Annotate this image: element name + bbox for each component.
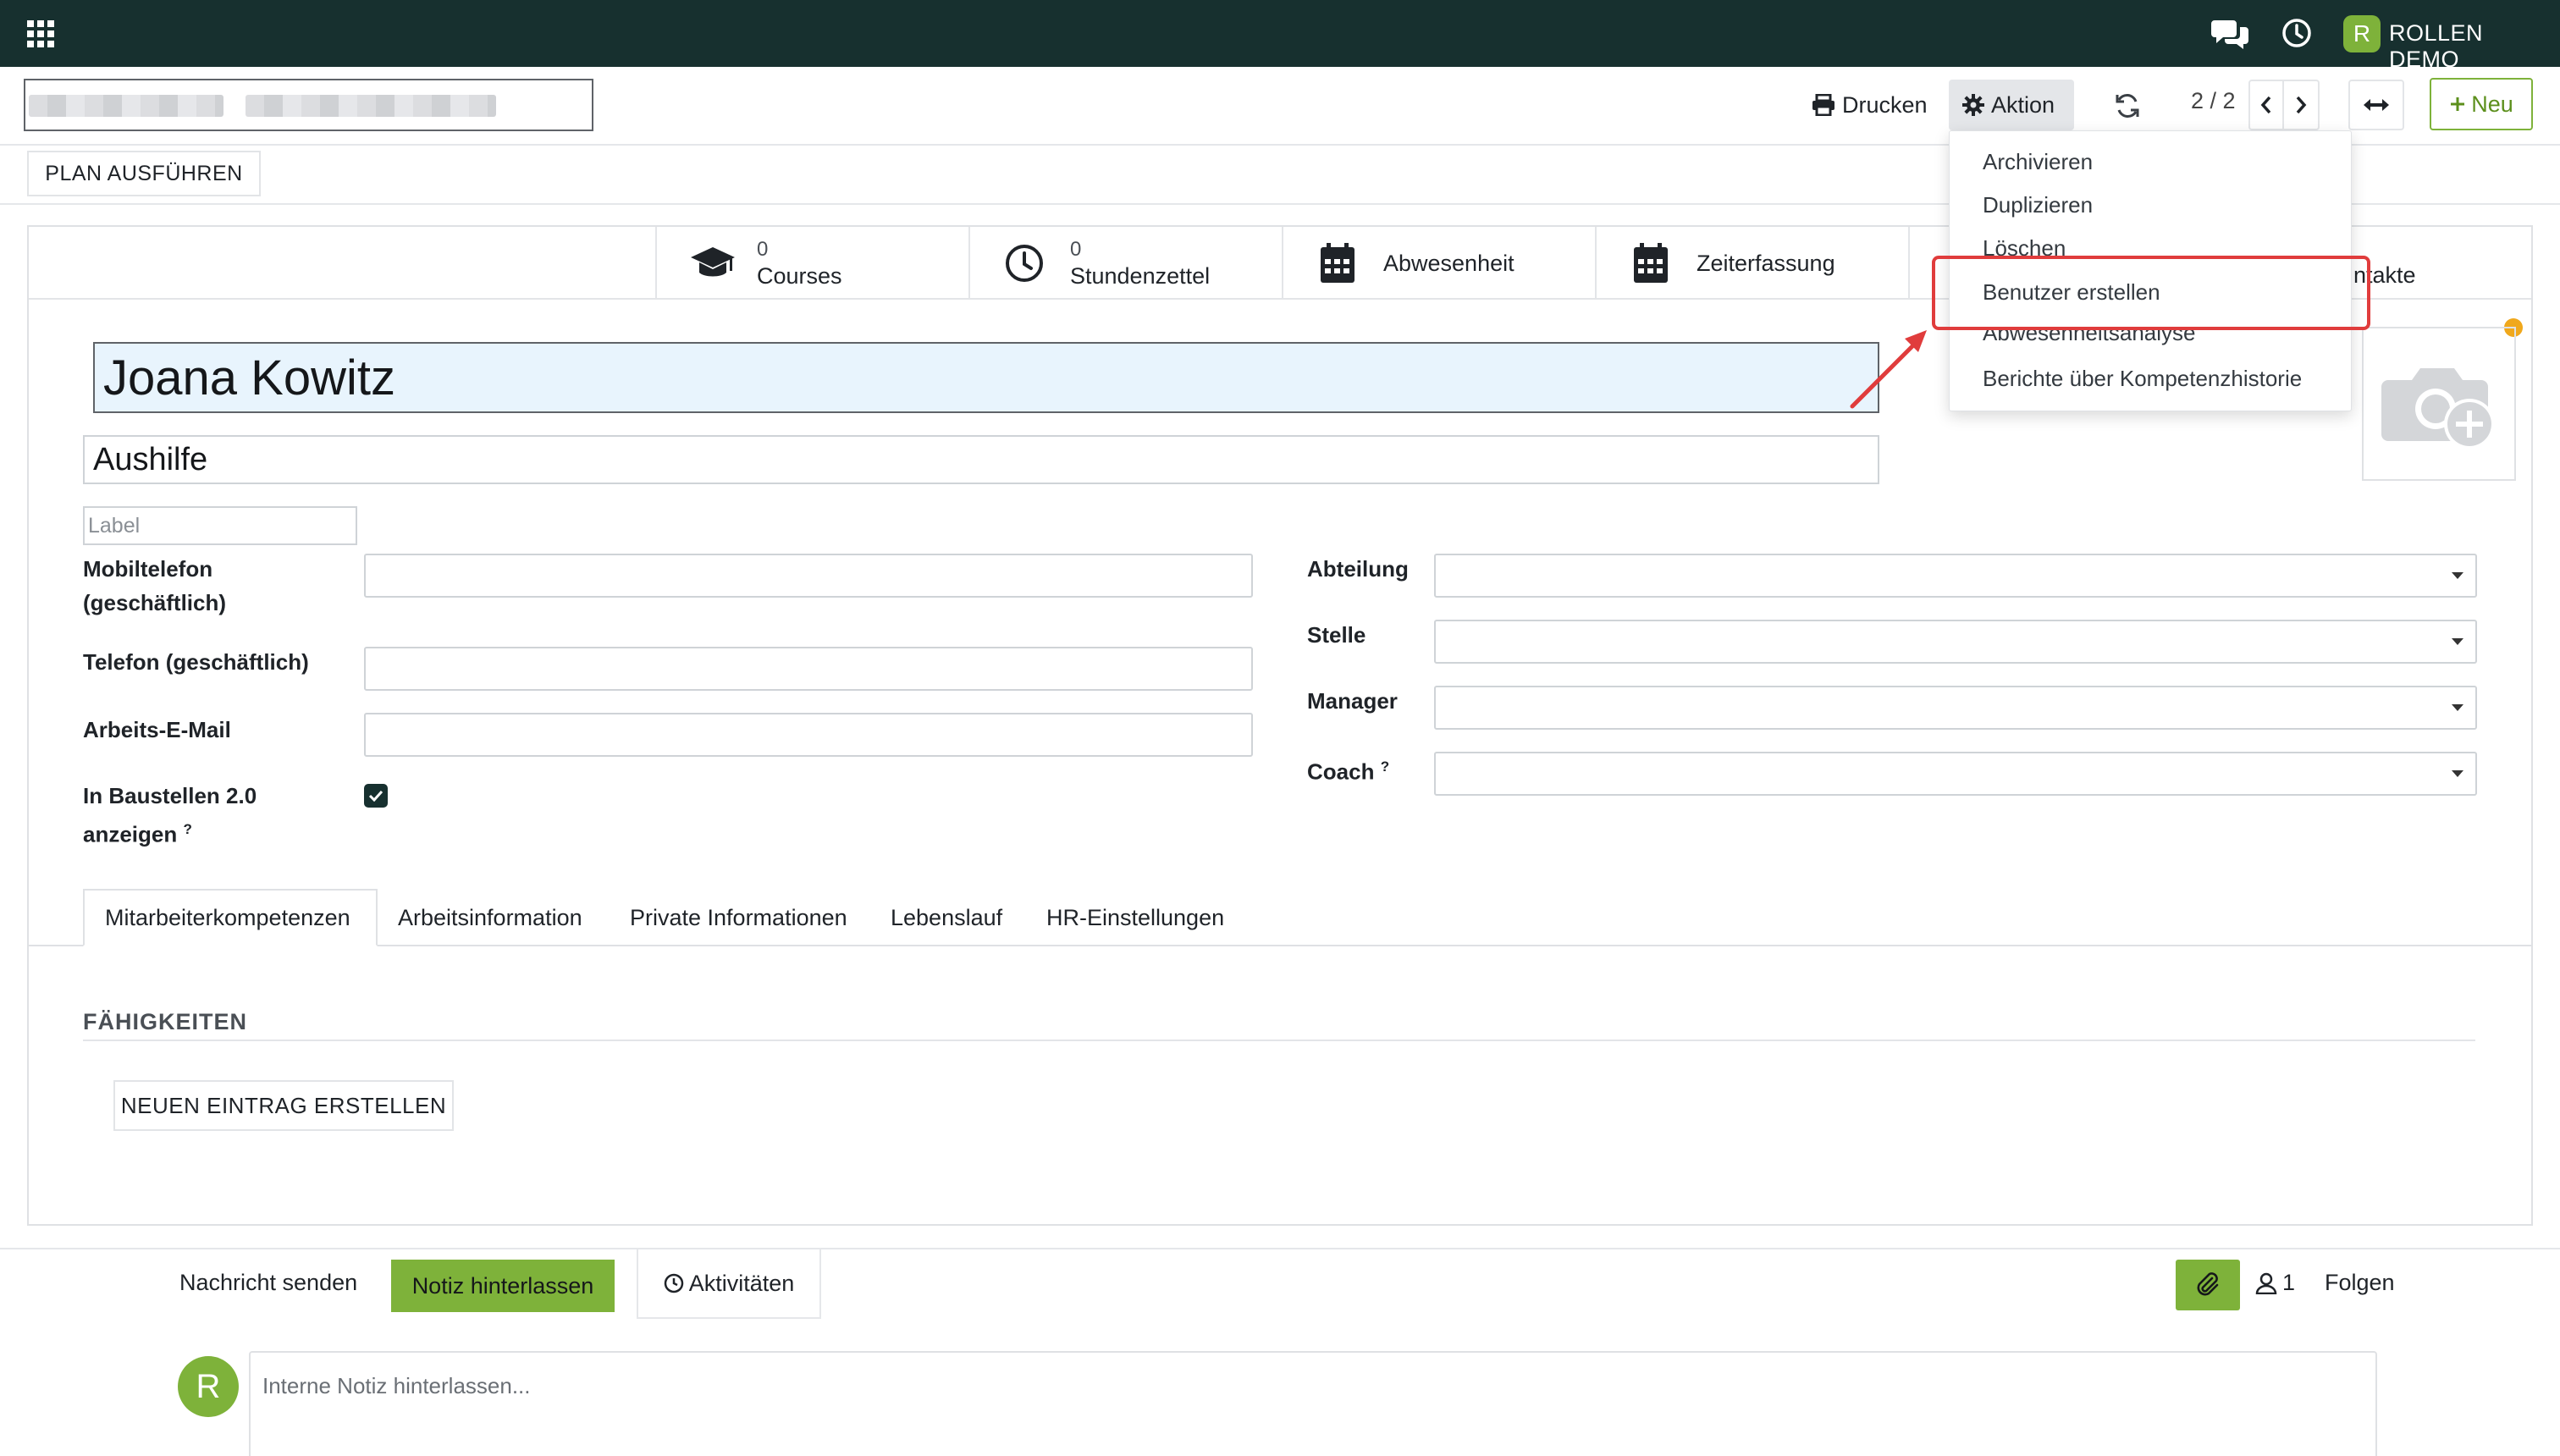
- annotation-highlight-box: [1932, 256, 2370, 330]
- tab-private-information[interactable]: Private Informationen: [630, 889, 847, 946]
- show-in-sites-checkbox[interactable]: [364, 784, 388, 808]
- followers-button[interactable]: 1: [2255, 1270, 2295, 1296]
- action-label: Aktion: [1991, 91, 2055, 118]
- follow-button[interactable]: Folgen: [2325, 1270, 2395, 1296]
- clock-icon: [1006, 245, 1043, 282]
- new-record-button[interactable]: Neu: [2430, 78, 2533, 130]
- graduation-cap-icon: [691, 247, 735, 277]
- expand-button[interactable]: [2348, 80, 2404, 130]
- pager-next-button[interactable]: [2284, 80, 2320, 130]
- help-icon: ?: [183, 821, 192, 837]
- new-entry-button[interactable]: NEUEN EINTRAG ERSTELLEN: [113, 1080, 454, 1131]
- checkmark-icon: [368, 790, 383, 802]
- top-navbar: [0, 0, 2560, 67]
- job-title-input[interactable]: Aushilfe: [83, 435, 1879, 484]
- mobile-phone-label: Mobiltelefon (geschäftlich): [83, 556, 227, 615]
- department-label: Abteilung: [1307, 556, 1409, 582]
- chat-icon[interactable]: [2211, 17, 2250, 51]
- calendar-icon: [1321, 243, 1354, 283]
- annotation-arrow-icon: [1850, 330, 1927, 409]
- caret-down-icon: [2452, 572, 2463, 579]
- chatter-divider: [0, 1248, 2560, 1249]
- plan-execute-button[interactable]: PLAN AUSFÜHREN: [27, 151, 261, 196]
- job-position-label: Stelle: [1307, 622, 1366, 648]
- followers-count: 1: [2282, 1270, 2296, 1295]
- work-email-input[interactable]: [364, 713, 1253, 757]
- work-phone-label: Telefon (geschäftlich): [83, 649, 309, 675]
- coach-select[interactable]: [1434, 752, 2477, 796]
- timesheets-count: 0: [1070, 238, 1082, 261]
- plus-icon: [2451, 97, 2465, 111]
- skills-section-title: FÄHIGKEITEN: [83, 1009, 248, 1034]
- menu-item-skills-history-reports[interactable]: Berichte über Kompetenzhistorie: [1983, 366, 2302, 392]
- pager-value[interactable]: 2 / 2: [2191, 88, 2236, 114]
- camera-add-icon: [2381, 368, 2495, 449]
- time-tracking-label: Zeiterfassung: [1697, 251, 1835, 276]
- user-icon: [2255, 1272, 2277, 1294]
- mobile-phone-input[interactable]: [364, 554, 1253, 598]
- courses-label: Courses: [757, 263, 842, 289]
- attachment-button[interactable]: [2176, 1260, 2240, 1310]
- pager-previous-button[interactable]: [2248, 80, 2284, 130]
- gear-icon: [1962, 94, 1984, 116]
- coach-label: Coach ?: [1307, 758, 1390, 785]
- chevron-right-icon: [2296, 96, 2307, 114]
- tab-resume[interactable]: Lebenslauf: [891, 889, 1002, 946]
- work-email-label: Arbeits-E-Mail: [83, 717, 231, 742]
- smart-button-courses[interactable]: 0 Courses: [655, 227, 968, 300]
- breadcrumb[interactable]: [24, 79, 593, 131]
- user-avatar[interactable]: R: [2343, 15, 2381, 52]
- smart-button-timesheets[interactable]: 0 Stundenzettel: [968, 227, 1282, 300]
- print-icon: [1812, 94, 1834, 116]
- action-button[interactable]: Aktion: [1949, 80, 2074, 130]
- avatar: R: [178, 1356, 239, 1417]
- menu-item-archive[interactable]: Archivieren: [1983, 149, 2093, 175]
- note-input[interactable]: Interne Notiz hinterlassen...: [262, 1373, 531, 1399]
- timesheets-label: Stundenzettel: [1070, 263, 1211, 289]
- smart-button-absence[interactable]: Abwesenheit: [1282, 227, 1595, 300]
- activities-button[interactable]: Aktivitäten: [637, 1249, 821, 1319]
- absence-label: Abwesenheit: [1383, 251, 1514, 276]
- department-select[interactable]: [1434, 554, 2477, 598]
- calendar-icon: [1634, 243, 1668, 283]
- menu-item-delete[interactable]: Löschen: [1983, 235, 2066, 257]
- courses-count: 0: [757, 238, 769, 261]
- work-phone-input[interactable]: [364, 647, 1253, 691]
- chevron-left-icon: [2260, 96, 2271, 114]
- user-menu-name[interactable]: ROLLEN DEMO: [2389, 20, 2560, 73]
- tab-employee-skills[interactable]: Mitarbeiterkompetenzen: [83, 889, 378, 946]
- print-button[interactable]: Drucken: [1812, 80, 1939, 130]
- job-position-select[interactable]: [1434, 620, 2477, 664]
- send-message-button[interactable]: Nachricht senden: [179, 1270, 357, 1296]
- manager-select[interactable]: [1434, 686, 2477, 730]
- print-label: Drucken: [1842, 91, 1928, 118]
- tab-hr-settings[interactable]: HR-Einstellungen: [1046, 889, 1224, 946]
- menu-item-duplicate[interactable]: Duplizieren: [1983, 192, 2093, 218]
- log-note-button[interactable]: Notiz hinterlassen: [391, 1260, 615, 1312]
- clock-icon[interactable]: [2281, 17, 2313, 49]
- paperclip-icon: [2197, 1272, 2219, 1296]
- help-icon: ?: [1380, 758, 1390, 775]
- new-label: Neu: [2471, 91, 2513, 117]
- tab-work-information[interactable]: Arbeitsinformation: [398, 889, 582, 946]
- caret-down-icon: [2452, 770, 2463, 777]
- caret-down-icon: [2452, 704, 2463, 711]
- smart-button-time-tracking[interactable]: Zeiterfassung: [1595, 227, 1908, 300]
- refresh-icon[interactable]: [2113, 91, 2142, 120]
- show-in-sites-label: In Baustellen 2.0 anzeigen ?: [83, 783, 257, 847]
- employee-name-input[interactable]: Joana Kowitz: [93, 342, 1879, 413]
- apps-grid-icon[interactable]: [25, 19, 56, 49]
- note-composer[interactable]: [249, 1351, 2377, 1456]
- clock-icon: [664, 1273, 683, 1293]
- activities-label: Aktivitäten: [688, 1270, 795, 1296]
- employee-photo[interactable]: [2362, 327, 2516, 481]
- label-input[interactable]: Label: [83, 506, 357, 545]
- caret-down-icon: [2452, 638, 2463, 645]
- section-divider: [83, 1040, 2475, 1041]
- arrows-horizontal-icon: [2364, 99, 2389, 111]
- manager-label: Manager: [1307, 688, 1398, 714]
